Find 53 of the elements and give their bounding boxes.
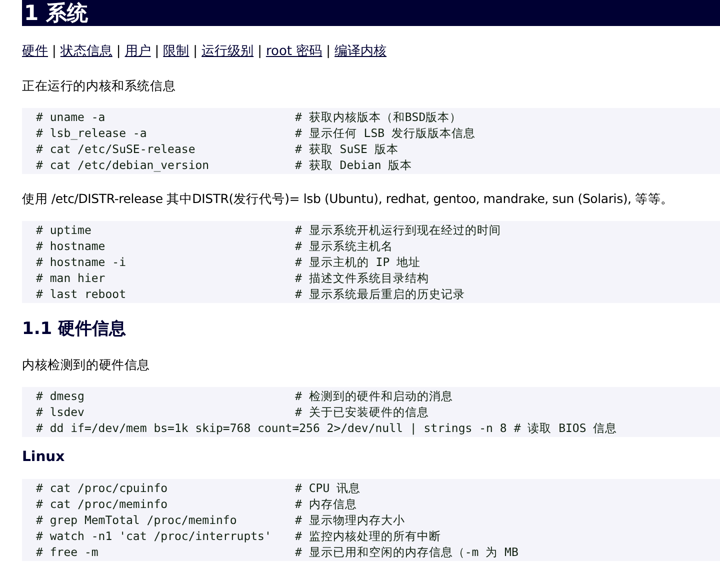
- code-command: # cat /etc/SuSE-release: [36, 141, 196, 157]
- code-comment: # 显示系统主机名: [295, 238, 393, 254]
- nav-link[interactable]: 硬件: [22, 42, 48, 60]
- nav-link[interactable]: 运行级别: [202, 42, 254, 60]
- code-comment: # 描述文件系统目录结构: [295, 270, 429, 286]
- code-command: # last reboot: [36, 286, 128, 302]
- code-command: # uname -a: [36, 109, 106, 125]
- code-command: # dd if=/dev/mem bs=1k skip=768 count=256 2>/dev/null | strings -n 8: [36, 420, 507, 436]
- code-comment: # 检测到的硬件和启动的消息: [295, 388, 453, 404]
- separator: |: [154, 44, 160, 58]
- subsection-heading: 1.1 硬件信息: [22, 318, 128, 340]
- code-comment: # 显示主机的 IP 地址: [295, 254, 421, 270]
- code-comment: # 内存信息: [295, 496, 357, 512]
- code-command: # cat /proc/cpuinfo: [36, 480, 169, 496]
- separator: |: [326, 44, 331, 58]
- code-command: # cat /etc/debian_version: [36, 157, 210, 173]
- nav-link[interactable]: 状态信息: [60, 42, 112, 60]
- code-comment: # 显示物理内存大小: [295, 512, 405, 528]
- code-command: # lsb_release -a: [36, 125, 148, 141]
- paragraph: 内核检测到的硬件信息: [22, 356, 152, 374]
- code-command: # watch -n1 'cat /proc/interrupts': [36, 528, 272, 544]
- code-comment: # 获取 Debian 版本: [295, 157, 412, 173]
- nav-link[interactable]: root 密码: [266, 42, 322, 60]
- code-comment: # 监控内核处理的所有中断: [295, 528, 441, 544]
- separator: |: [193, 44, 198, 58]
- code-command: # grep MemTotal /proc/meminfo: [36, 512, 238, 528]
- code-comment: # 读取 BIOS 信息: [514, 420, 618, 436]
- code-comment: # 显示系统开机运行到现在经过的时间: [295, 222, 501, 238]
- code-comment: # 关于已安装硬件的信息: [295, 404, 429, 420]
- code-command: # lsdev: [36, 404, 86, 420]
- code-comment: # 获取 SuSE 版本: [295, 141, 398, 157]
- code-command: # free -m: [36, 544, 100, 560]
- nav-link[interactable]: 限制: [163, 42, 190, 60]
- code-comment: # 显示任何 LSB 发行版版本信息: [295, 125, 476, 141]
- code-command: # cat /proc/meminfo: [36, 496, 169, 512]
- paragraph: 正在运行的内核和系统信息: [22, 77, 177, 95]
- nav-link[interactable]: 编译内核: [334, 42, 387, 60]
- code-command: # uptime: [36, 222, 92, 238]
- code-comment: # 显示已用和空闲的内存信息（-m 为 MB: [295, 544, 518, 560]
- subsection-heading: Linux: [22, 448, 66, 466]
- separator: |: [52, 44, 56, 58]
- code-command: # hostname: [36, 238, 106, 254]
- code-command: # man hier: [36, 270, 106, 286]
- code-comment: # 获取内核版本（和BSD版本）: [295, 109, 462, 125]
- code-comment: # CPU 讯息: [295, 480, 361, 496]
- paragraph: 使用 /etc/DISTR-release 其中DISTR(发行代号)= lsb (Ubuntu), redhat, gentoo, mandrake, sun (Solaris), 等等。: [22, 190, 675, 208]
- separator: |: [116, 44, 121, 58]
- code-command: # hostname -i: [36, 254, 128, 270]
- nav-link[interactable]: 用户: [124, 42, 151, 60]
- code-command: # dmesg: [36, 388, 86, 404]
- separator: |: [258, 44, 262, 58]
- section-heading: 1 系统: [22, 0, 720, 26]
- code-comment: # 显示系统最后重启的历史记录: [295, 286, 465, 302]
